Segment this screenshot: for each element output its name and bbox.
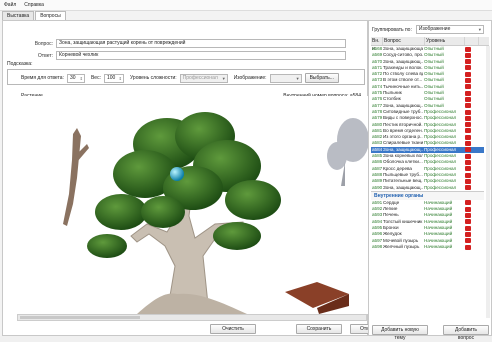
delete-icon[interactable]: [465, 244, 471, 250]
col-header-question[interactable]: Вопрос: [383, 37, 425, 45]
image-label: Изображение:: [233, 75, 267, 81]
app-window: Файл Справка Выставка Вопросы Вопрос: Зо…: [0, 0, 492, 341]
stepper-icon: ⇕: [118, 75, 122, 81]
delete-icon[interactable]: [465, 159, 471, 165]
answer-row: Ответ: Корневой чехлик: [3, 51, 346, 60]
delete-icon[interactable]: [465, 225, 471, 231]
answer-input[interactable]: Корневой чехлик: [56, 51, 346, 60]
delete-icon[interactable]: [465, 166, 471, 172]
menu-file[interactable]: Файл: [0, 0, 20, 10]
selection-marker: [170, 167, 184, 181]
scrollbar-thumb[interactable]: [20, 316, 140, 319]
gray-leaf-object: [327, 118, 369, 186]
weight-label: Вес:: [90, 75, 101, 81]
brown-object: [285, 282, 349, 314]
delete-icon[interactable]: [465, 219, 471, 225]
group-by-label: Группировать по:: [372, 26, 412, 33]
col-header-actions: [465, 37, 479, 45]
delete-icon[interactable]: [465, 96, 471, 102]
delete-icon[interactable]: [465, 213, 471, 219]
delete-icon[interactable]: [465, 52, 471, 58]
delete-icon[interactable]: [465, 141, 471, 147]
delete-icon[interactable]: [465, 65, 471, 71]
vertical-scrollbar[interactable]: [486, 46, 490, 318]
params-row: Время для ответа: 30 ⇕ Вес: 100 ⇕ Уровень …: [21, 73, 339, 83]
delete-icon[interactable]: [465, 103, 471, 109]
image-select[interactable]: ▼: [269, 73, 302, 83]
row-level: Профессионал: [424, 184, 457, 190]
tree-root: [137, 293, 247, 314]
difficulty-select[interactable]: Профессионал ▼: [179, 73, 228, 83]
time-label: Время для ответа:: [21, 75, 64, 81]
delete-icon[interactable]: [465, 147, 471, 153]
hint-label: Подсказка:: [7, 61, 33, 67]
tree-model-illustration: [63, 112, 369, 314]
question-row: Вопрос: Зона, защищающая растущий корень…: [3, 39, 346, 48]
branch-fragment: [63, 128, 81, 226]
menu-help[interactable]: Справка: [20, 0, 48, 10]
delete-icon[interactable]: [465, 231, 471, 237]
delete-icon[interactable]: [465, 46, 471, 52]
delete-icon[interactable]: [465, 128, 471, 134]
row-question: Желчный пузырь: [383, 243, 420, 249]
hint-row: Подсказка:: [7, 61, 32, 67]
question-label: Вопрос:: [34, 40, 53, 47]
choose-image-button[interactable]: Выбрать...: [304, 73, 339, 83]
chevron-down-icon: ▼: [221, 75, 226, 81]
delete-icon[interactable]: [465, 200, 471, 206]
group-by-select[interactable]: Изображение ▼: [415, 25, 484, 34]
question-grid-body: a568 Зона, защищающа... Опытный a569 Сосуд-с…: [371, 46, 484, 250]
stepper-icon: ⇕: [79, 75, 83, 81]
delete-icon[interactable]: [465, 59, 471, 65]
clear-button[interactable]: Очистить: [210, 324, 256, 334]
delete-icon[interactable]: [465, 122, 471, 128]
question-input[interactable]: Зона, защищающая растущий корень от повр…: [56, 39, 346, 48]
delete-icon[interactable]: [465, 71, 471, 77]
delete-icon[interactable]: [465, 185, 471, 191]
delete-icon[interactable]: [465, 109, 471, 115]
delete-icon[interactable]: [465, 153, 471, 159]
row-level: Начинающий: [424, 243, 453, 249]
delete-icon[interactable]: [465, 115, 471, 121]
delete-icon[interactable]: [465, 172, 471, 178]
chevron-down-icon: ▼: [477, 27, 482, 32]
question-grid-header: Вн. н. Вопрос Уровень: [371, 37, 489, 52]
3d-model-viewport[interactable]: [17, 96, 369, 314]
row-question: Зона, защищающ...: [383, 184, 423, 190]
table-row[interactable]: a598 Желчный пузырь Начинающий: [371, 244, 484, 250]
delete-icon[interactable]: [465, 206, 471, 212]
col-header-level[interactable]: Уровень: [425, 37, 465, 45]
row-id: a598: [372, 243, 382, 249]
save-button[interactable]: Сохранить: [296, 324, 342, 334]
group-by-row: Группировать по: Изображение ▼: [372, 25, 484, 34]
horizontal-scrollbar[interactable]: [17, 314, 367, 321]
answer-label: Ответ:: [37, 52, 53, 59]
bottom-button-bar: Очистить Сохранить Отмена: [210, 324, 388, 334]
delete-icon[interactable]: [465, 84, 471, 90]
col-header-id[interactable]: Вн. н.: [371, 37, 383, 52]
delete-icon[interactable]: [465, 90, 471, 96]
add-question-button[interactable]: Добавить вопрос: [443, 325, 489, 341]
add-topic-button[interactable]: Добавить новую тему: [372, 325, 428, 341]
chevron-down-icon: ▼: [295, 75, 300, 81]
delete-icon[interactable]: [465, 134, 471, 140]
row-id: a590: [372, 184, 382, 190]
table-row[interactable]: a590 Зона, защищающ... Профессионал: [371, 185, 484, 191]
question-list-panel: Группировать по: Изображение ▼ Вн. н. Воп…: [368, 20, 492, 341]
weight-field[interactable]: 100 ⇕: [103, 73, 124, 83]
delete-icon[interactable]: [465, 238, 471, 244]
menu-bar: Файл Справка: [0, 0, 492, 11]
time-field[interactable]: 30 ⇕: [66, 73, 85, 83]
delete-icon[interactable]: [465, 78, 471, 84]
delete-icon[interactable]: [465, 178, 471, 184]
group-header[interactable]: Внутренние органы: [371, 190, 484, 200]
difficulty-label: Уровень сложности:: [129, 75, 177, 81]
